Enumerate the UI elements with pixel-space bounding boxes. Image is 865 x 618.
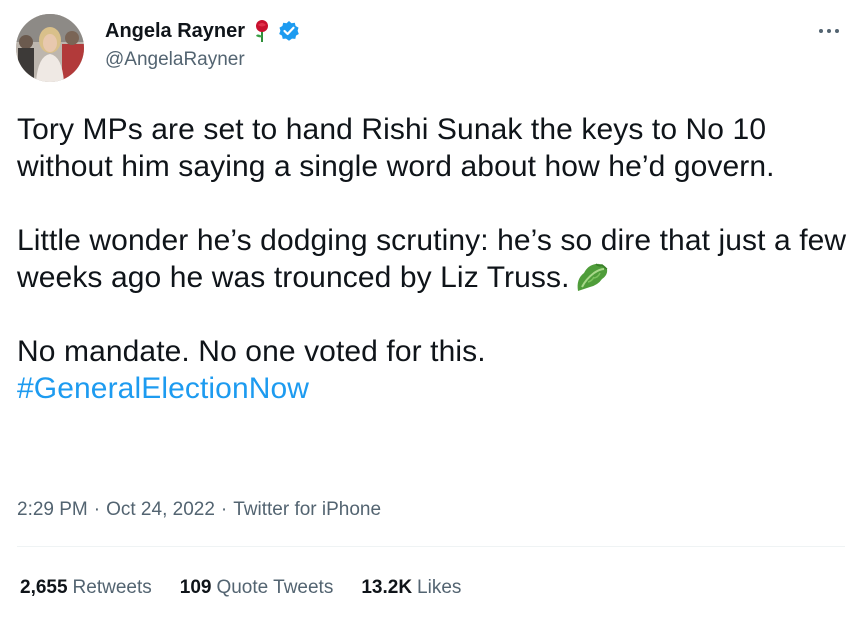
more-horizontal-icon bbox=[819, 29, 839, 33]
tweet-paragraph-2: Little wonder he’s dodging scrutiny: he’… bbox=[17, 222, 852, 296]
more-options-button[interactable] bbox=[812, 18, 846, 44]
tweet-meta: 2:29 PM · Oct 24, 2022 · Twitter for iPh… bbox=[17, 499, 381, 521]
meta-separator-2: · bbox=[220, 499, 228, 520]
author-handle[interactable]: @AngelaRayner bbox=[105, 49, 245, 71]
divider bbox=[17, 546, 845, 547]
tweet-date[interactable]: Oct 24, 2022 bbox=[106, 499, 215, 521]
likes-count: 13.2K bbox=[361, 577, 413, 598]
tweet-paragraph-2-text: Little wonder he’s dodging scrutiny: he’… bbox=[17, 224, 847, 294]
likes-label: Likes bbox=[417, 577, 462, 598]
retweets-stat[interactable]: 2,655 Retweets bbox=[20, 577, 152, 599]
retweets-count: 2,655 bbox=[20, 577, 68, 598]
display-name[interactable]: Angela Rayner bbox=[105, 20, 245, 43]
likes-stat[interactable]: 13.2K Likes bbox=[361, 577, 461, 599]
tweet-paragraph-1: Tory MPs are set to hand Rishi Sunak the… bbox=[17, 113, 775, 183]
tweet-card: Angela Rayner @AngelaRayner Tory MPs are… bbox=[0, 0, 865, 618]
engagement-stats: 2,655 Retweets 109 Quote Tweets 13.2K Li… bbox=[20, 577, 489, 599]
tweet-paragraph-3: No mandate. No one voted for this. bbox=[17, 335, 486, 368]
lettuce-icon bbox=[574, 261, 610, 293]
avatar-photo bbox=[16, 14, 84, 82]
quote-tweets-label: Quote Tweets bbox=[216, 577, 334, 598]
tweet-source[interactable]: Twitter for iPhone bbox=[233, 499, 381, 521]
hashtag-link[interactable]: #GeneralElectionNow bbox=[17, 370, 852, 407]
verified-icon bbox=[278, 20, 300, 42]
avatar[interactable] bbox=[16, 14, 84, 82]
meta-separator: · bbox=[93, 499, 101, 520]
rose-icon bbox=[252, 19, 272, 43]
author-name-row: Angela Rayner bbox=[105, 18, 300, 44]
quote-tweets-stat[interactable]: 109 Quote Tweets bbox=[180, 577, 334, 599]
tweet-time[interactable]: 2:29 PM bbox=[17, 499, 88, 521]
retweets-label: Retweets bbox=[72, 577, 152, 598]
quote-tweets-count: 109 bbox=[179, 577, 212, 598]
tweet-text: Tory MPs are set to hand Rishi Sunak the… bbox=[17, 111, 852, 407]
